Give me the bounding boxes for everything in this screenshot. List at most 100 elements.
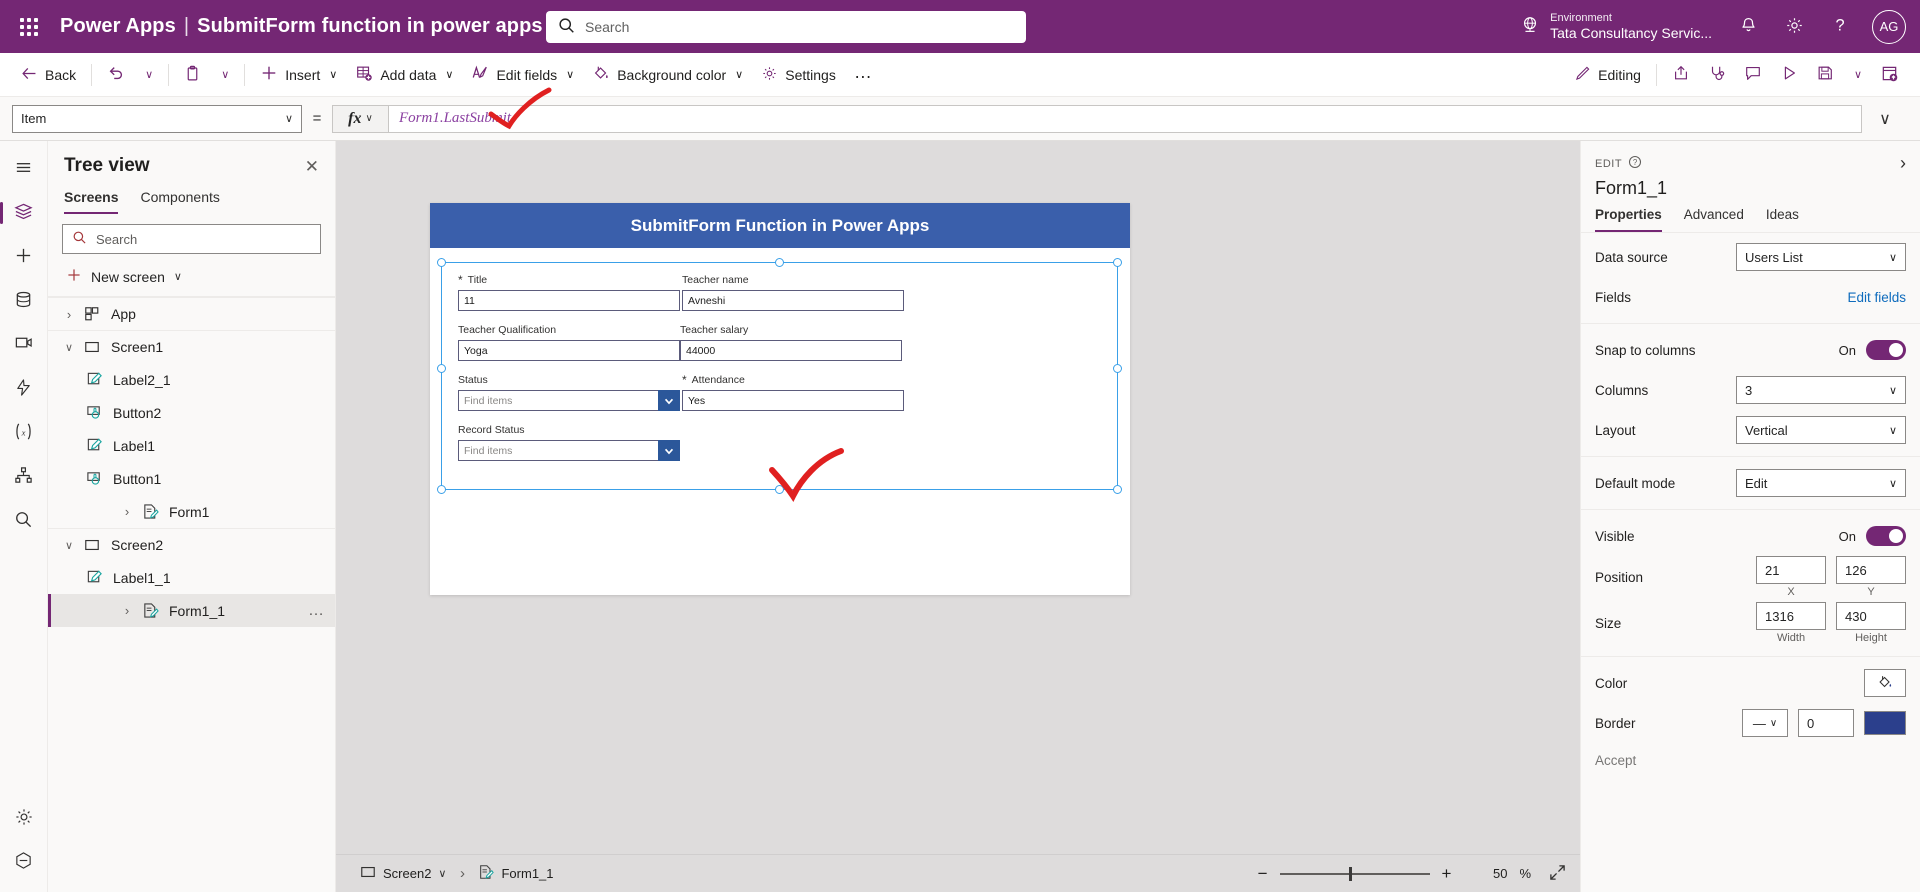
position-x-input[interactable]: 21 (1756, 556, 1826, 584)
resize-handle-middle-right[interactable] (1113, 364, 1122, 373)
field-combobox-status[interactable]: Find items (458, 390, 680, 411)
rail-app-settings-button[interactable] (4, 798, 44, 838)
size-height-input[interactable]: 430 (1836, 602, 1906, 630)
form-control-selection[interactable]: * Title 11 Teacher name Avneshi Teacher … (437, 258, 1122, 502)
form-field-teacher-qualification[interactable]: Teacher Qualification Yoga (458, 323, 680, 361)
publish-button[interactable] (1871, 58, 1908, 92)
formula-expand-button[interactable]: ∨ (1862, 109, 1908, 129)
tab-screens[interactable]: Screens (64, 189, 119, 214)
insert-button[interactable]: Insert ∨ (251, 58, 346, 92)
resize-handle-bottom-center[interactable] (775, 485, 784, 494)
resize-handle-bottom-left[interactable] (437, 485, 446, 494)
rail-power-automate-button[interactable] (4, 369, 44, 409)
app-launcher-button[interactable] (14, 12, 44, 42)
share-button[interactable] (1663, 58, 1699, 92)
combobox-chevron-down-icon[interactable] (658, 440, 680, 461)
edit-fields-link[interactable]: Edit fields (1847, 290, 1906, 305)
property-selector[interactable]: Item ∨ (12, 104, 302, 133)
field-combobox-record-status[interactable]: Find items (458, 440, 680, 461)
rail-hamburger-button[interactable] (4, 149, 44, 189)
tab-components[interactable]: Components (140, 189, 219, 214)
tree-item-screen1[interactable]: ∨ Screen1 (48, 330, 335, 363)
fit-to-window-button[interactable] (1543, 864, 1566, 884)
help-button[interactable]: ? (1820, 7, 1860, 47)
tab-ideas[interactable]: Ideas (1766, 207, 1799, 232)
tree-item-label2-1[interactable]: Label2_1 (48, 363, 335, 396)
environment-picker[interactable]: Environment Tata Consultancy Servic... (1510, 10, 1722, 43)
settings-button[interactable] (1774, 7, 1814, 47)
tree-item-app[interactable]: › App (48, 297, 335, 330)
field-input-teacher-name[interactable]: Avneshi (682, 290, 904, 311)
resize-handle-top-center[interactable] (775, 258, 784, 267)
border-color-swatch[interactable] (1864, 711, 1906, 735)
twisty-icon[interactable]: › (116, 603, 138, 618)
color-picker-button[interactable] (1864, 669, 1906, 697)
close-icon[interactable]: ✕ (305, 158, 319, 175)
tree-item-label1-1[interactable]: Label1_1 (48, 561, 335, 594)
undo-button[interactable] (98, 58, 134, 92)
twisty-icon[interactable]: › (58, 307, 80, 322)
tree-item-screen2[interactable]: ∨ Screen2 (48, 528, 335, 561)
zoom-slider-knob[interactable] (1348, 866, 1352, 881)
new-screen-button[interactable]: New screen ∨ (48, 258, 335, 297)
form-field-attendance[interactable]: * Attendance Yes (682, 373, 904, 411)
resize-handle-top-right[interactable] (1113, 258, 1122, 267)
fx-button[interactable]: fx ∨ (332, 104, 388, 133)
undo-dropdown[interactable]: ∨ (134, 58, 162, 92)
tree-item-list[interactable]: › App ∨ Screen1 Label2_1 Button2 Label1 … (48, 297, 335, 892)
columns-select[interactable]: 3 ∨ (1736, 376, 1906, 404)
app-checker-button[interactable] (1699, 58, 1735, 92)
rail-insert-button[interactable] (4, 237, 44, 277)
help-circle-icon[interactable]: ? (1628, 155, 1642, 172)
border-style-select[interactable]: — ∨ (1742, 709, 1788, 737)
back-button[interactable]: Back (12, 58, 85, 92)
notifications-button[interactable] (1728, 7, 1768, 47)
add-data-button[interactable]: Add data ∨ (346, 58, 462, 92)
resize-handle-middle-left[interactable] (437, 364, 446, 373)
zoom-out-button[interactable]: − (1258, 864, 1268, 884)
tab-advanced[interactable]: Advanced (1684, 207, 1744, 232)
status-control-selector[interactable]: Form1_1 (468, 860, 563, 888)
form-field-teacher-salary[interactable]: Teacher salary 44000 (680, 323, 902, 361)
status-screen-selector[interactable]: Screen2 ∨ (350, 860, 456, 888)
tab-properties[interactable]: Properties (1595, 207, 1662, 232)
app-screen-preview[interactable]: SubmitForm Function in Power Apps * Titl… (430, 203, 1130, 595)
position-y-input[interactable]: 126 (1836, 556, 1906, 584)
tree-item-form1-1[interactable]: › Form1_1 … (48, 594, 335, 627)
chevron-down-icon[interactable]: ∨ (438, 867, 446, 880)
paste-dropdown[interactable]: ∨ (210, 58, 238, 92)
tree-item-button2[interactable]: Button2 (48, 396, 335, 429)
field-input-teacher-qualification[interactable]: Yoga (458, 340, 680, 361)
field-input-attendance[interactable]: Yes (682, 390, 904, 411)
tree-item-more-button[interactable]: … (308, 602, 325, 620)
avatar[interactable]: AG (1872, 9, 1906, 44)
form-field-status[interactable]: Status Find items (458, 373, 680, 411)
tree-item-form1[interactable]: › Form1 (48, 495, 335, 528)
save-dropdown[interactable]: ∨ (1843, 58, 1871, 92)
layout-select[interactable]: Vertical ∨ (1736, 416, 1906, 444)
border-width-input[interactable]: 0 (1798, 709, 1854, 737)
save-button[interactable] (1807, 58, 1843, 92)
rail-components-button[interactable] (4, 457, 44, 497)
twisty-icon[interactable]: › (116, 504, 138, 519)
zoom-slider[interactable] (1279, 866, 1430, 881)
settings-command-button[interactable]: Settings (752, 58, 845, 92)
background-color-button[interactable]: Background color ∨ (583, 58, 752, 92)
formula-input[interactable]: Form1.LastSubmit (388, 87, 1862, 133)
twisty-icon[interactable]: ∨ (58, 341, 80, 354)
twisty-icon[interactable]: ∨ (58, 539, 80, 552)
field-input-teacher-salary[interactable]: 44000 (680, 340, 902, 361)
rail-data-button[interactable] (4, 281, 44, 321)
tree-item-button1[interactable]: Button1 (48, 462, 335, 495)
tree-item-label1[interactable]: Label1 (48, 429, 335, 462)
form-field-title[interactable]: * Title 11 (458, 273, 680, 311)
zoom-in-button[interactable]: + (1442, 864, 1452, 884)
comments-button[interactable] (1735, 58, 1771, 92)
form-field-teacher-name[interactable]: Teacher name Avneshi (682, 273, 904, 311)
rail-media-button[interactable] (4, 325, 44, 365)
visible-toggle[interactable] (1866, 526, 1906, 546)
form-field-record-status[interactable]: Record Status Find items (458, 423, 680, 461)
size-width-input[interactable]: 1316 (1756, 602, 1826, 630)
resize-handle-bottom-right[interactable] (1113, 485, 1122, 494)
more-commands-button[interactable]: … (845, 58, 882, 92)
